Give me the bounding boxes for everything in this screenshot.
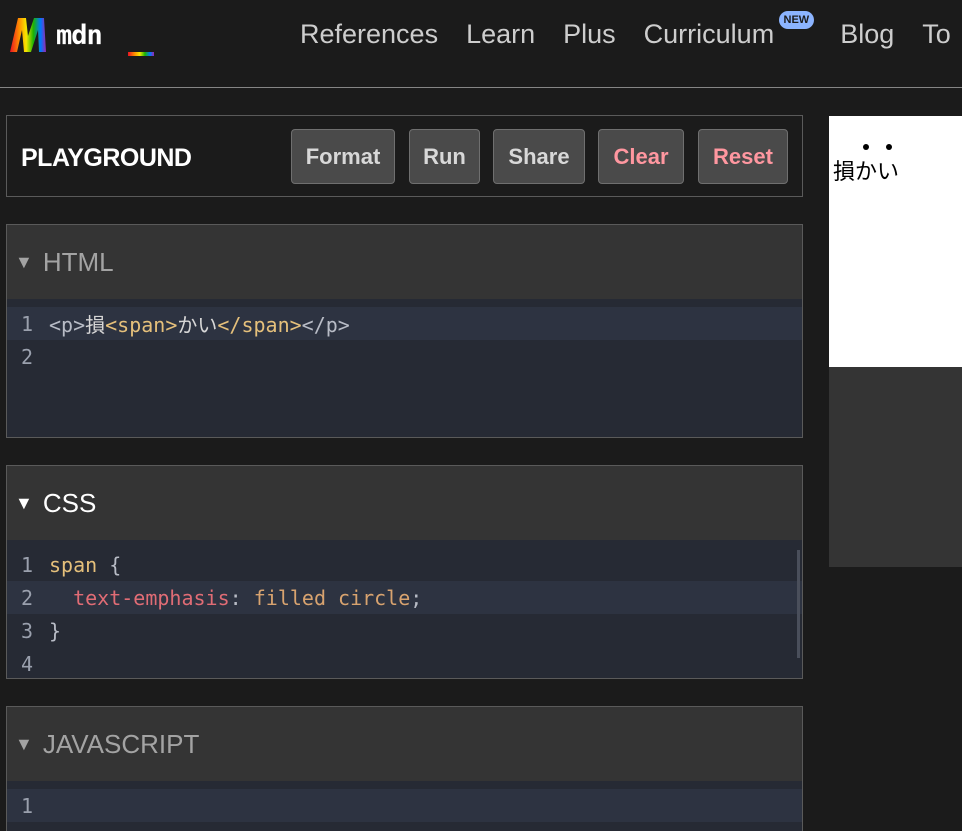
- line-number: 1: [20, 311, 33, 336]
- preview-emphasized-text: かい: [855, 160, 900, 185]
- preview-pane: 損かい: [829, 116, 962, 567]
- logo-text: mdn: [56, 20, 103, 51]
- code-token: 損: [85, 313, 106, 337]
- nav-learn[interactable]: Learn: [466, 18, 535, 50]
- code-token: :: [229, 585, 254, 610]
- html-editor-panel: ▼ HTML 1 <p>損<span>かい</span></p> 2: [6, 224, 803, 438]
- emphasis-dot: [863, 144, 870, 150]
- main-nav: References Learn Plus Curriculum NEW Blo…: [300, 11, 962, 50]
- code-line: 4: [7, 647, 802, 678]
- code-content: <p>損<span>かい</span></p>: [41, 309, 350, 338]
- nav-references[interactable]: References: [300, 18, 438, 50]
- new-badge: NEW: [778, 11, 815, 29]
- code-token: </span>: [217, 313, 302, 337]
- clear-button[interactable]: Clear: [598, 129, 684, 184]
- line-number: 1: [20, 552, 33, 577]
- code-token: filled circle: [253, 585, 411, 610]
- editor-scrollbar[interactable]: [797, 550, 800, 658]
- css-code-editor[interactable]: 1 span { 2 text-emphasis: filled circle;…: [7, 540, 802, 678]
- code-token: かい: [177, 313, 218, 337]
- nav-plus[interactable]: Plus: [563, 18, 616, 50]
- mdn-logo-icon: [10, 18, 46, 52]
- preview-output: 損かい: [829, 116, 962, 367]
- css-panel-header[interactable]: ▼ CSS: [7, 466, 802, 540]
- top-navigation: mdn References Learn Plus Curriculum NEW…: [0, 0, 962, 88]
- code-line: 3 }: [7, 614, 802, 647]
- code-content: }: [41, 619, 61, 643]
- emphasis-dot: [886, 144, 893, 150]
- javascript-panel-header[interactable]: ▼ JAVASCRIPT: [7, 707, 802, 781]
- preview-paragraph: 損かい: [833, 144, 900, 186]
- code-content: span {: [41, 553, 121, 577]
- share-button[interactable]: Share: [493, 129, 585, 184]
- preview-text-plain: 損: [833, 160, 856, 185]
- code-line: 1 span {: [7, 548, 802, 581]
- code-token: ;: [410, 585, 423, 610]
- code-line: 2 text-emphasis: filled circle;: [7, 581, 802, 614]
- code-token: {: [97, 552, 122, 577]
- run-button[interactable]: Run: [409, 129, 480, 184]
- logo-underline: [128, 52, 154, 56]
- line-number: 2: [20, 585, 33, 610]
- line-number: 4: [20, 651, 33, 676]
- code-content: text-emphasis: filled circle;: [41, 586, 422, 610]
- code-line: 1: [7, 789, 802, 822]
- nav-curriculum-label: Curriculum: [643, 19, 775, 49]
- css-panel-title: CSS: [42, 487, 97, 518]
- code-token: <p>: [49, 313, 86, 337]
- javascript-editor-panel: ▼ JAVASCRIPT 1: [6, 706, 803, 831]
- code-token: </p>: [301, 313, 350, 337]
- code-token: }: [49, 618, 62, 643]
- line-number: 1: [20, 793, 33, 818]
- code-token: <span>: [105, 313, 178, 337]
- playground-title: PLAYGROUND: [21, 144, 192, 172]
- code-token: text-emphasis: [73, 585, 230, 610]
- nav-curriculum[interactable]: Curriculum NEW: [643, 11, 815, 50]
- html-panel-header[interactable]: ▼ HTML: [7, 225, 802, 299]
- html-panel-title: HTML: [42, 246, 114, 277]
- mdn-logo[interactable]: mdn: [8, 16, 154, 58]
- code-token: span: [49, 552, 98, 577]
- caret-down-icon: ▼: [15, 733, 33, 754]
- reset-button[interactable]: Reset: [698, 129, 788, 184]
- format-button[interactable]: Format: [291, 129, 395, 184]
- nav-blog[interactable]: Blog: [840, 18, 894, 50]
- nav-tools[interactable]: To: [922, 18, 951, 50]
- javascript-code-editor[interactable]: 1: [7, 781, 802, 822]
- line-number: 2: [20, 344, 33, 369]
- caret-down-icon: ▼: [15, 492, 33, 513]
- code-line: 2: [7, 340, 802, 373]
- code-line: 1 <p>損<span>かい</span></p>: [7, 307, 802, 340]
- line-number: 3: [20, 618, 33, 643]
- preview-text-emphasized: かい: [855, 144, 900, 185]
- playground-toolbar: PLAYGROUND Format Run Share Clear Reset: [6, 115, 803, 197]
- javascript-panel-title: JAVASCRIPT: [42, 728, 200, 759]
- css-editor-panel: ▼ CSS 1 span { 2 text-emphasis: filled c…: [6, 465, 803, 679]
- caret-down-icon: ▼: [15, 251, 33, 272]
- html-code-editor[interactable]: 1 <p>損<span>かい</span></p> 2: [7, 299, 802, 373]
